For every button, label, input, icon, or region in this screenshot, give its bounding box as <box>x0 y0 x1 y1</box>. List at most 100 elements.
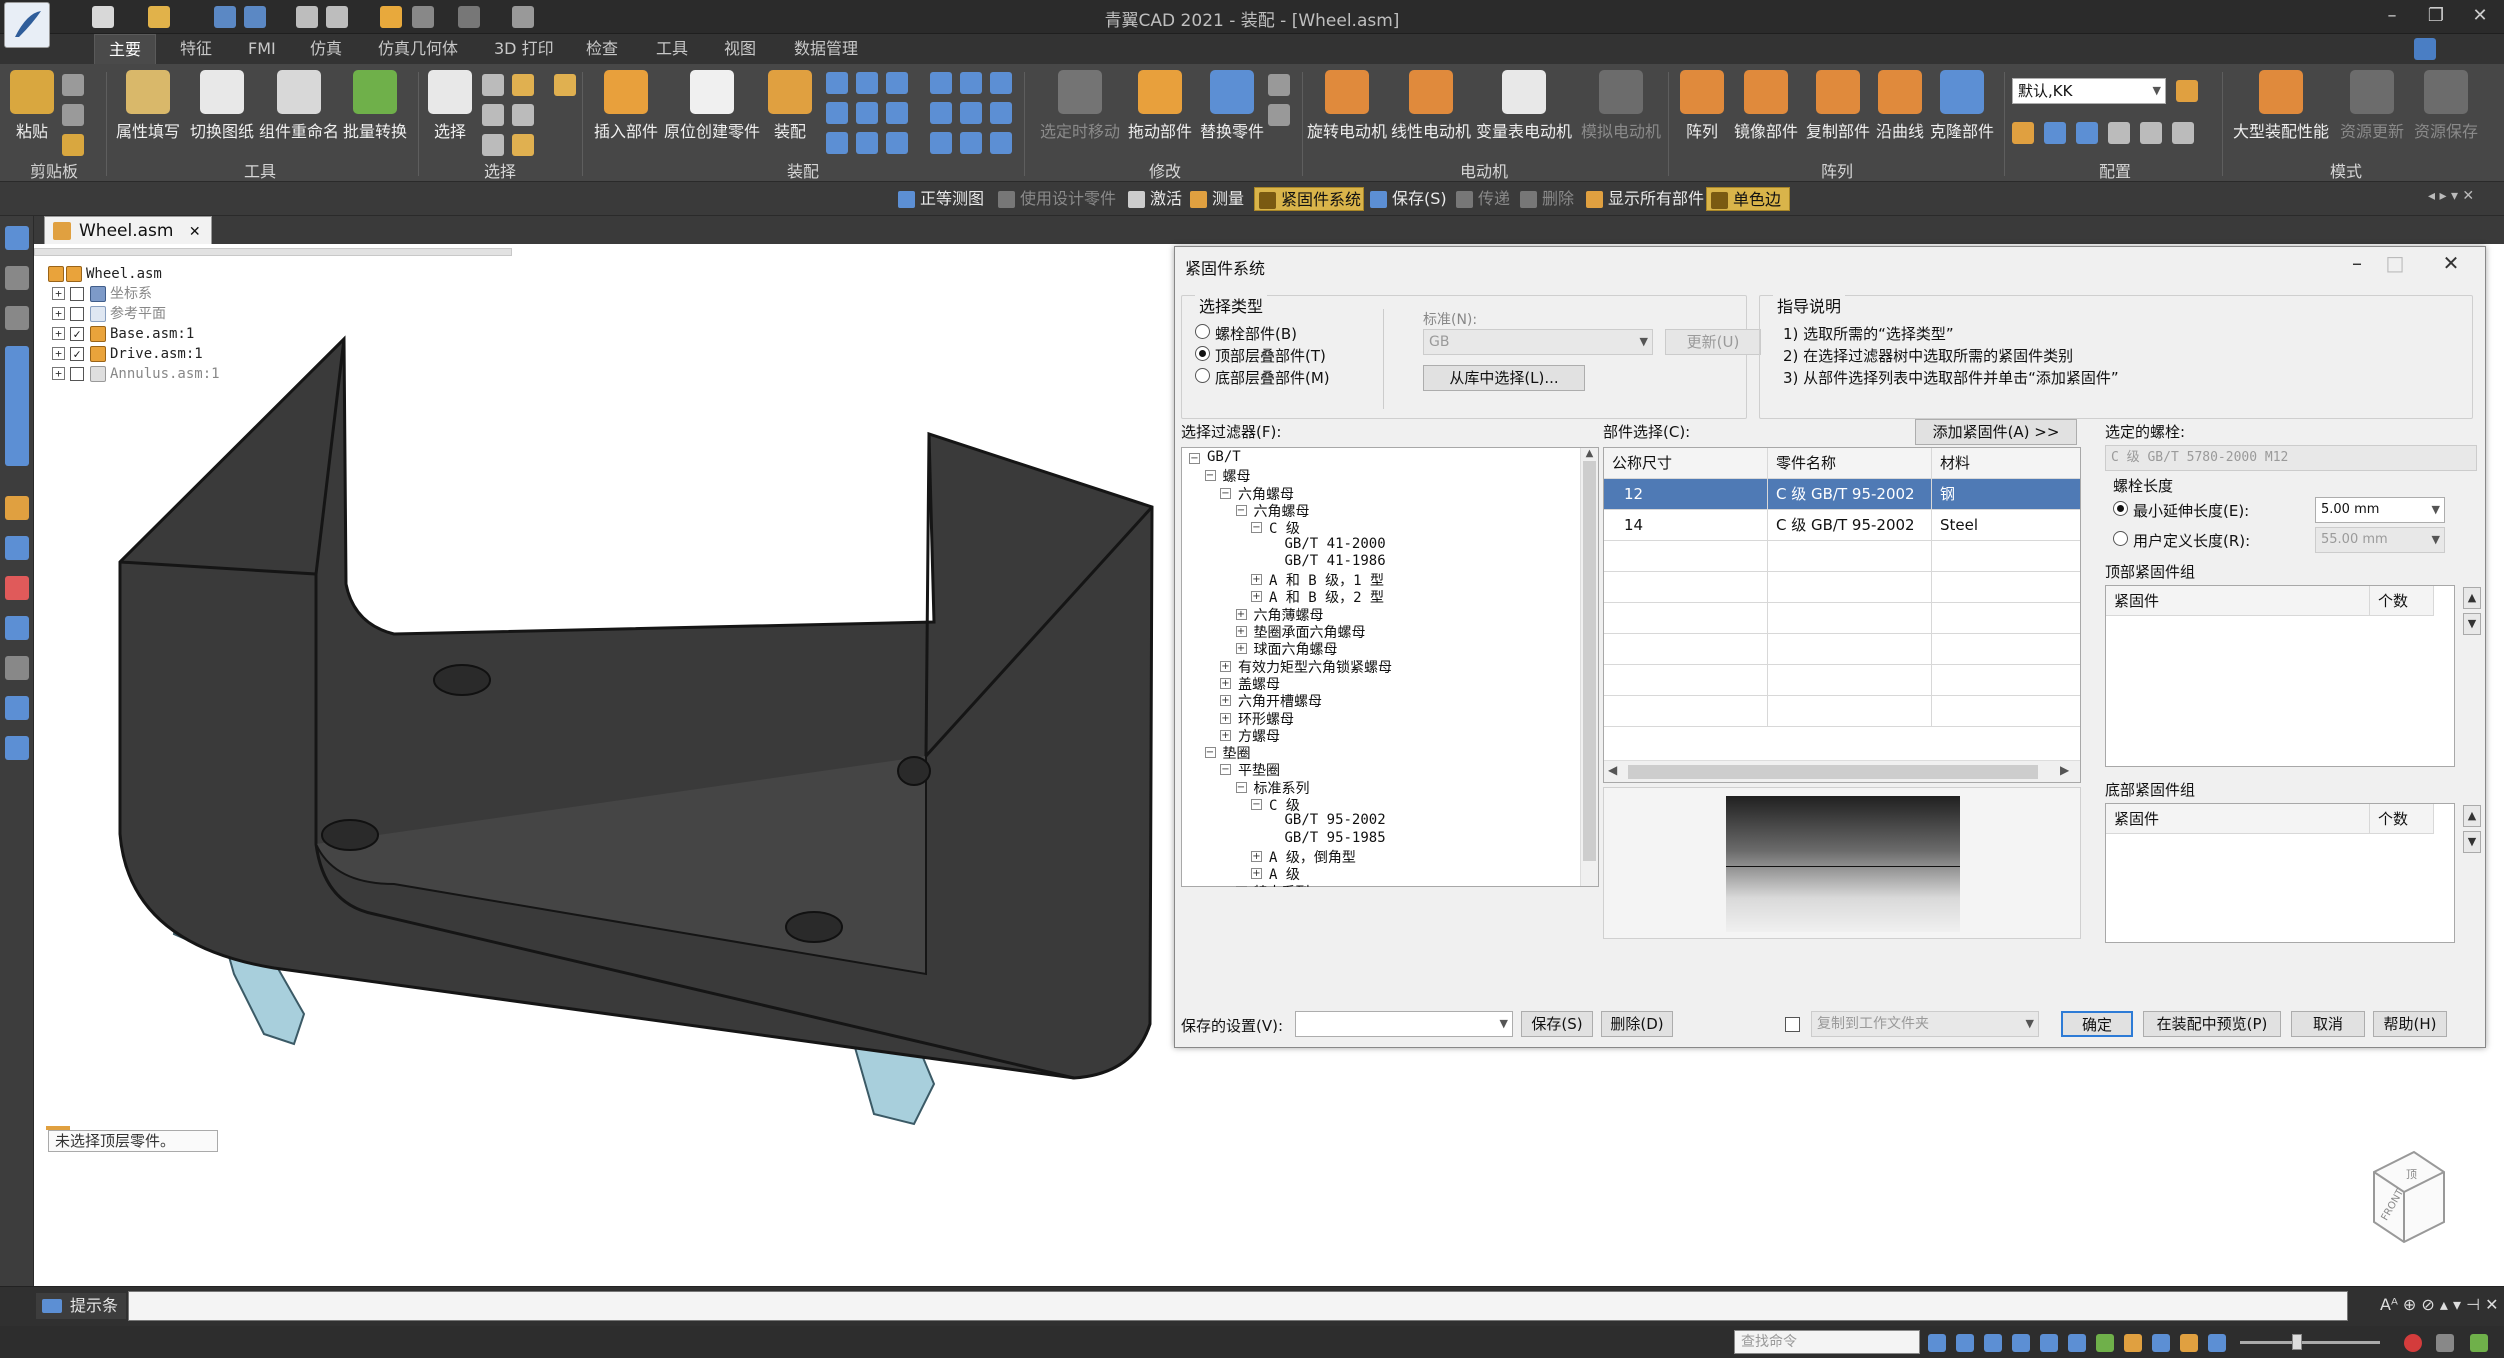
expand-icon[interactable]: + <box>1235 608 1247 620</box>
camera-icon[interactable] <box>5 736 29 760</box>
constraint-icon[interactable] <box>990 102 1012 124</box>
config-combo[interactable]: 默认,KK ▼ <box>2012 78 2166 104</box>
tree-item-root[interactable]: Wheel.asm <box>48 264 162 284</box>
collapse-icon[interactable]: − <box>1235 781 1247 793</box>
minimize-icon[interactable]: – <box>2374 2 2410 30</box>
help-icon[interactable] <box>5 616 29 640</box>
document-tab-wheel[interactable]: Wheel.asm ✕ <box>44 216 212 244</box>
collapse-icon[interactable]: − <box>1204 470 1216 482</box>
copy-part-button[interactable]: 复制部件 <box>1802 70 1874 142</box>
table-cell-size[interactable]: 12 <box>1604 479 1768 510</box>
saved-settings-combo[interactable]: ▼ <box>1295 1011 1513 1037</box>
modify-icon[interactable] <box>1268 104 1290 126</box>
table-cell-material[interactable]: 钢 <box>1932 479 2080 510</box>
array-button[interactable]: 阵列 <box>1676 70 1728 142</box>
bottom-stack-radio[interactable] <box>1195 368 1210 383</box>
expand-icon[interactable]: + <box>1235 643 1247 655</box>
paste-button[interactable]: 粘贴 <box>6 70 58 142</box>
insert-part-button[interactable]: 插入部件 <box>590 70 662 142</box>
top-stack-radio[interactable] <box>1195 346 1210 361</box>
prompt-text-area[interactable] <box>128 1291 2348 1321</box>
status-icons[interactable]: Aᴬ ⊕ ⊘ ▴ ▾ ⊣ ✕ <box>2380 1295 2499 1314</box>
show-all-parts-button[interactable]: 显示所有部件 <box>1582 187 1704 211</box>
select-body-icon[interactable] <box>512 134 534 156</box>
scrollbar[interactable]: ▲ <box>1580 448 1598 886</box>
tab-fmi[interactable]: FMI <box>234 34 290 64</box>
select-button[interactable]: 选择 <box>424 70 476 142</box>
expand-icon[interactable]: + <box>1235 885 1247 887</box>
tree-item-base[interactable]: + ✓ Base.asm:1 <box>48 324 194 344</box>
expand-icon[interactable]: + <box>52 307 65 320</box>
constraint-icon[interactable] <box>826 132 848 154</box>
collapse-icon[interactable]: − <box>1220 487 1231 499</box>
expand-icon[interactable]: + <box>1251 574 1262 586</box>
table-cell-name[interactable]: C 级 GB/T 95-2002 <box>1768 510 1932 541</box>
replace-part-button[interactable]: 替换零件 <box>1196 70 1268 142</box>
copy-icon[interactable] <box>62 104 84 126</box>
mirror-part-button[interactable]: 镜像部件 <box>1730 70 1802 142</box>
expand-icon[interactable]: + <box>1220 712 1231 724</box>
add-fastener-button[interactable]: 添加紧固件(A) >> <box>1915 419 2077 445</box>
visibility-checkbox[interactable] <box>70 367 84 381</box>
constraint-icon[interactable] <box>960 132 982 154</box>
resource-update-button[interactable]: 资源更新 <box>2336 70 2408 142</box>
tab-simulation[interactable]: 仿真 <box>296 34 356 64</box>
restore-icon[interactable]: ❐ <box>2418 2 2454 30</box>
collapse-icon[interactable]: − <box>1220 764 1231 776</box>
filter-tree-item[interactable]: GB/T 95-2002 <box>1285 812 1386 828</box>
modify-icon[interactable] <box>1268 74 1290 96</box>
tab-features[interactable]: 特征 <box>166 34 226 64</box>
save-button[interactable]: 保存(S) <box>1366 187 1447 211</box>
from-library-button[interactable]: 从库中选择(L)... <box>1423 365 1585 391</box>
scroll-thumb[interactable] <box>1628 765 2038 779</box>
zoom-icon[interactable] <box>1956 1334 1974 1352</box>
tree-item-drive[interactable]: + ✓ Drive.asm:1 <box>48 344 203 364</box>
scroll-thumb[interactable] <box>1583 461 1596 861</box>
expand-icon[interactable]: + <box>1251 850 1262 862</box>
table-cell-name[interactable]: C 级 GB/T 95-2002 <box>1768 479 1932 510</box>
expand-icon[interactable]: + <box>52 327 65 340</box>
resource-save-button[interactable]: 资源保存 <box>2410 70 2482 142</box>
select-face-icon[interactable] <box>512 104 534 126</box>
minimize-icon[interactable]: – <box>2337 249 2377 277</box>
find-command-input[interactable]: 查找命令 <box>1734 1330 1920 1354</box>
notification-icon[interactable] <box>2470 1334 2488 1352</box>
assembly-icon[interactable] <box>5 536 29 560</box>
pathfinder-icon[interactable] <box>5 226 29 250</box>
help-button[interactable]: 帮助(H) <box>2373 1011 2447 1037</box>
tab-tools[interactable]: 工具 <box>642 34 702 64</box>
help-icon[interactable] <box>2414 38 2436 60</box>
view-icon[interactable] <box>5 696 29 720</box>
tree-item-annulus[interactable]: + Annulus.asm:1 <box>48 364 220 384</box>
sensor-icon[interactable] <box>5 306 29 330</box>
close-icon[interactable]: ✕ <box>2462 2 2498 30</box>
ok-button[interactable]: 确定 <box>2061 1011 2133 1037</box>
library-icon[interactable] <box>5 496 29 520</box>
config-icon[interactable] <box>2076 122 2098 144</box>
expand-icon[interactable]: + <box>1251 591 1262 603</box>
filter-tree-item[interactable]: GB/T <box>1207 449 1241 465</box>
config-icon[interactable] <box>2044 122 2066 144</box>
fastener-system-button[interactable]: 紧固件系统 <box>1254 187 1364 211</box>
attr-fill-button[interactable]: 属性填写 <box>112 70 184 142</box>
view-icon[interactable] <box>2096 1334 2114 1352</box>
select-part-icon[interactable] <box>512 74 534 96</box>
tab-inspect[interactable]: 检查 <box>572 34 632 64</box>
camera-icon[interactable] <box>2140 122 2162 144</box>
table-cell-material[interactable]: Steel <box>1932 510 2080 541</box>
constraint-icon[interactable] <box>930 132 952 154</box>
constraint-icon[interactable] <box>856 102 878 124</box>
constraint-icon[interactable] <box>990 72 1012 94</box>
select-box-icon[interactable] <box>482 104 504 126</box>
constraint-icon[interactable] <box>886 102 908 124</box>
filter-tree-item[interactable]: GB/T 95-1985 <box>1285 830 1386 846</box>
expand-icon[interactable]: + <box>1251 868 1262 880</box>
filter-tree-item[interactable]: 特大系列 <box>1254 882 1310 888</box>
cut-icon[interactable] <box>62 74 84 96</box>
display-icon[interactable] <box>2152 1334 2170 1352</box>
expand-icon[interactable]: + <box>1235 626 1247 637</box>
assembly-model[interactable] <box>34 244 1174 1284</box>
expand-icon[interactable]: + <box>1220 729 1231 741</box>
tab-sim-geometry[interactable]: 仿真几何体 <box>364 34 472 64</box>
move-down-icon[interactable]: ▼ <box>2463 831 2481 853</box>
